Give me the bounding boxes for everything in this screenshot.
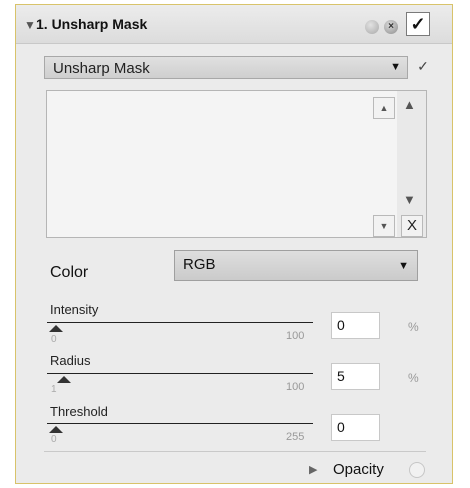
threshold-slider-thumb[interactable] <box>49 426 63 433</box>
reset-icon[interactable] <box>365 20 379 34</box>
filter-preset-value: Unsharp Mask <box>53 60 150 77</box>
footer-divider <box>44 451 426 452</box>
scroll-up-button[interactable]: ▲ <box>373 97 395 119</box>
radius-input[interactable]: 5 <box>331 363 380 390</box>
intensity-label: Intensity <box>50 302 99 317</box>
color-label: Color <box>50 264 89 281</box>
opacity-label[interactable]: Opacity <box>333 461 384 478</box>
radius-slider-track[interactable] <box>47 373 313 374</box>
opacity-radio[interactable] <box>409 462 425 478</box>
expand-triangle-icon[interactable]: ▶ <box>309 463 317 476</box>
intensity-max: 100 <box>286 330 305 342</box>
intensity-unit: % <box>408 320 419 334</box>
intensity-min: 0 <box>51 334 57 345</box>
radius-min: 1 <box>51 384 57 395</box>
intensity-input[interactable]: 0 <box>331 312 380 339</box>
dropdown-arrow-icon: ▼ <box>398 260 409 272</box>
color-mode-dropdown[interactable]: RGB ▼ <box>174 250 418 281</box>
threshold-min: 0 <box>51 434 57 445</box>
intensity-slider-thumb[interactable] <box>49 325 63 332</box>
radius-max: 100 <box>286 381 305 393</box>
radius-label: Radius <box>50 353 91 368</box>
panel-title: 1. Unsharp Mask <box>36 16 148 32</box>
scroll-up-icon[interactable]: ▲ <box>403 97 416 112</box>
threshold-label: Threshold <box>50 404 108 419</box>
panel-header: ▼ 1. Unsharp Mask × ✓ <box>16 5 452 44</box>
enable-checkbox[interactable]: ✓ <box>406 12 430 36</box>
unsharp-mask-panel: ▼ 1. Unsharp Mask × ✓ Unsharp Mask ▼ ✓ ▲… <box>15 4 453 484</box>
dropdown-arrow-icon: ▼ <box>390 61 401 73</box>
scroll-down-icon[interactable]: ▼ <box>403 192 416 207</box>
color-mode-value: RGB <box>183 256 216 273</box>
preset-check-icon[interactable]: ✓ <box>414 57 432 75</box>
scroll-down-button[interactable]: ▼ <box>373 215 395 237</box>
collapse-triangle-icon[interactable]: ▼ <box>24 18 36 32</box>
radius-slider-thumb[interactable] <box>57 376 71 383</box>
threshold-slider-track[interactable] <box>47 423 313 424</box>
intensity-slider-track[interactable] <box>47 322 313 323</box>
selection-list[interactable]: ▲ ▲ ▼ ▼ X <box>46 90 427 238</box>
close-icon[interactable]: × <box>384 20 398 34</box>
threshold-max: 255 <box>286 431 305 443</box>
delete-button[interactable]: X <box>401 215 423 237</box>
threshold-input[interactable]: 0 <box>331 414 380 441</box>
radius-unit: % <box>408 371 419 385</box>
filter-preset-dropdown[interactable]: Unsharp Mask ▼ <box>44 56 408 79</box>
